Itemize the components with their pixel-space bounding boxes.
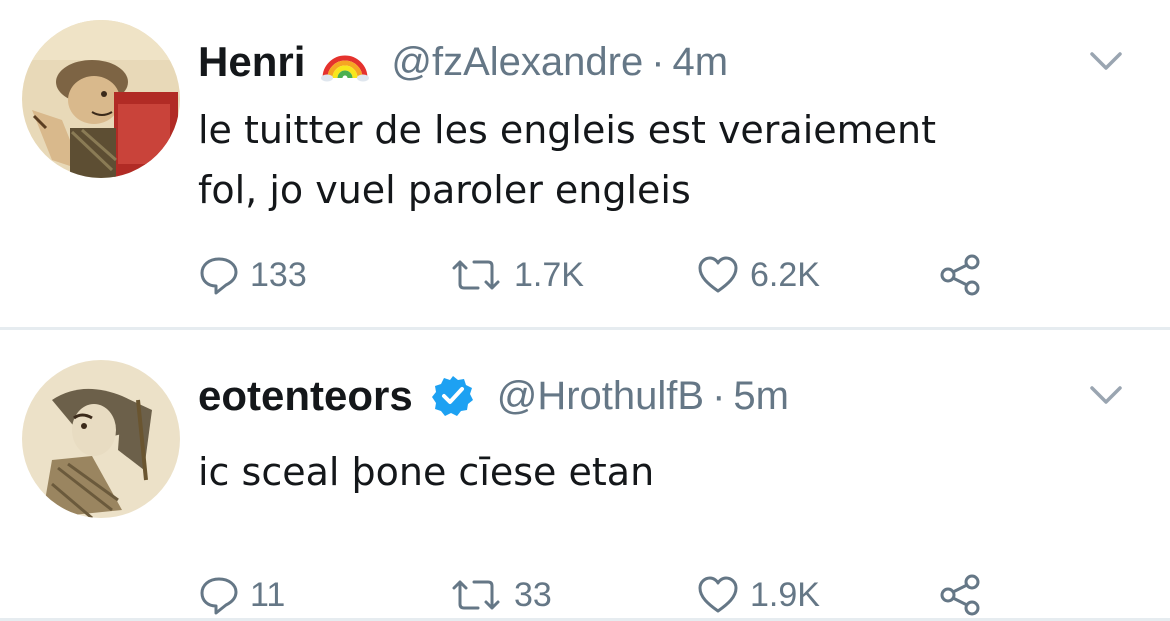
like-count: 6.2K bbox=[750, 255, 820, 294]
separator-dot: · bbox=[651, 39, 665, 84]
tweet-header: Henri @fzAlexandre · 4m bbox=[198, 32, 728, 92]
tweet-actions: 133 1.7K 6.2K bbox=[198, 250, 1018, 300]
retweet-count: 1.7K bbox=[514, 255, 584, 294]
retweet-button[interactable]: 1.7K bbox=[448, 250, 584, 300]
reply-button[interactable]: 11 bbox=[198, 570, 285, 620]
display-name[interactable]: Henri bbox=[198, 38, 305, 86]
retweet-button[interactable]: 33 bbox=[448, 570, 552, 620]
reply-icon bbox=[200, 257, 238, 295]
reply-count: 133 bbox=[250, 255, 307, 294]
retweet-icon bbox=[452, 260, 500, 290]
like-button[interactable]: 1.9K bbox=[696, 570, 820, 620]
verified-badge-icon bbox=[431, 374, 475, 418]
chevron-down-icon[interactable] bbox=[1086, 48, 1126, 76]
like-count: 1.9K bbox=[750, 575, 820, 614]
timestamp[interactable]: 4m bbox=[673, 40, 729, 85]
share-icon bbox=[940, 574, 980, 616]
share-icon bbox=[940, 254, 980, 296]
reply-count: 11 bbox=[250, 575, 286, 614]
separator-dot: · bbox=[712, 373, 726, 418]
tweet-text: ic sceal þone cīese etan bbox=[198, 450, 655, 494]
heart-icon bbox=[698, 576, 738, 613]
share-button[interactable] bbox=[938, 570, 984, 620]
tweet-actions: 11 33 1.9K bbox=[198, 570, 1018, 620]
user-handle[interactable]: @fzAlexandre bbox=[391, 40, 643, 85]
tweet[interactable]: eotenteors @HrothulfB · 5m ic sceal þone… bbox=[0, 330, 1170, 621]
retweet-count: 33 bbox=[514, 575, 552, 614]
tweet-text: le tuitter de les engleis est veraiement… bbox=[198, 108, 937, 212]
avatar[interactable] bbox=[22, 20, 180, 178]
share-button[interactable] bbox=[938, 250, 984, 300]
timestamp[interactable]: 5m bbox=[733, 374, 789, 419]
avatar[interactable] bbox=[22, 360, 180, 518]
tapestry-avatar-image bbox=[22, 360, 180, 518]
retweet-icon bbox=[452, 580, 500, 610]
chevron-down-icon[interactable] bbox=[1086, 382, 1126, 410]
display-name[interactable]: eotenteors bbox=[198, 372, 413, 420]
tapestry-avatar-image bbox=[22, 20, 180, 178]
tweet[interactable]: Henri @fzAlexandre · 4m le tuitter de le… bbox=[0, 0, 1170, 330]
user-handle[interactable]: @HrothulfB bbox=[497, 374, 704, 419]
reply-icon bbox=[200, 577, 238, 615]
reply-button[interactable]: 133 bbox=[198, 250, 307, 300]
like-button[interactable]: 6.2K bbox=[696, 250, 820, 300]
rainbow-emoji-icon bbox=[321, 42, 370, 82]
heart-icon bbox=[698, 256, 738, 293]
tweet-header: eotenteors @HrothulfB · 5m bbox=[198, 366, 789, 426]
